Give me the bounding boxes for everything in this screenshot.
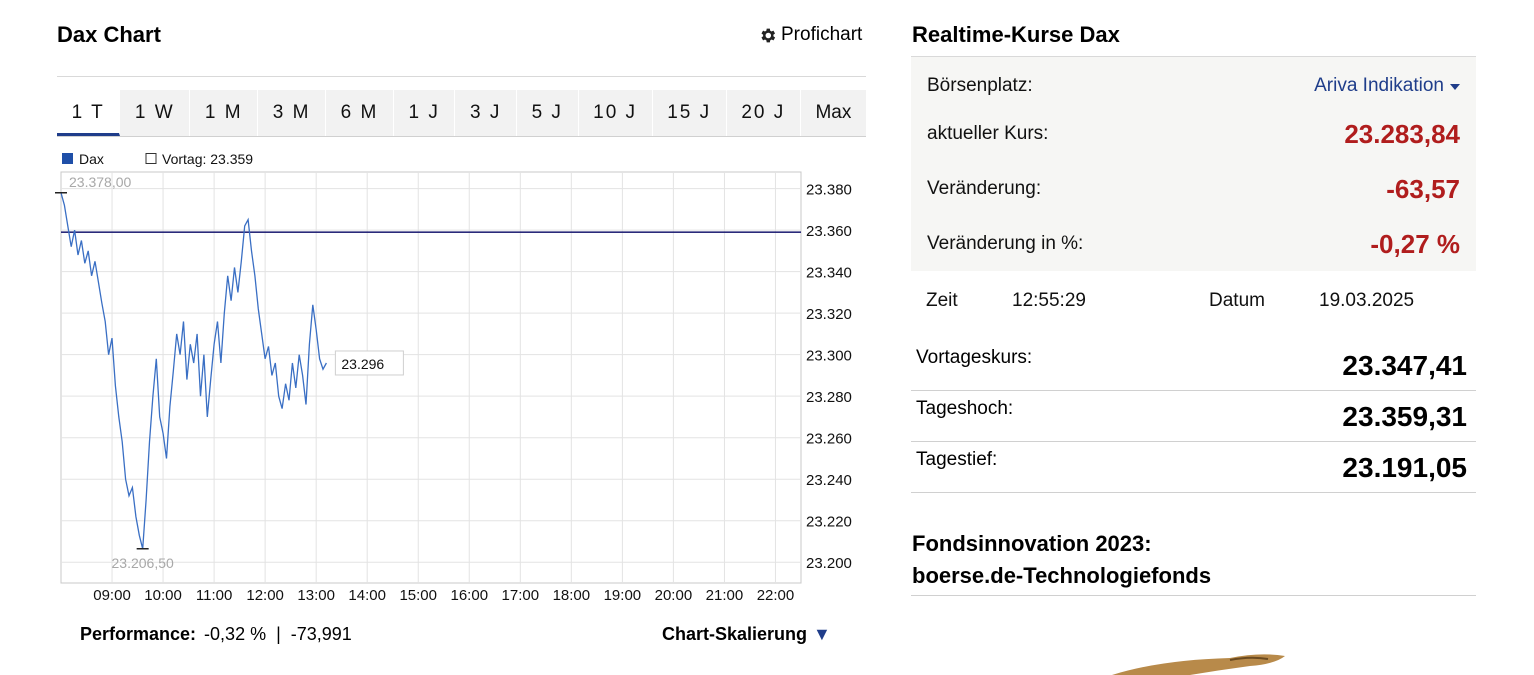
quotes-title: Realtime-Kurse Dax bbox=[912, 22, 1120, 47]
x-tick-label: 21:00 bbox=[706, 587, 744, 604]
stat-label: Vortageskurs: bbox=[916, 347, 1033, 368]
x-tick-label: 18:00 bbox=[553, 587, 591, 604]
time-value: 12:55:29 bbox=[1012, 290, 1086, 311]
gear-icon bbox=[761, 28, 776, 42]
y-tick-label: 23.240 bbox=[806, 472, 852, 489]
last-value-label: 23.296 bbox=[341, 356, 384, 372]
x-tick-label: 10:00 bbox=[144, 587, 182, 604]
stat-value: 23.191,05 bbox=[1342, 452, 1467, 483]
dax-intraday-chart: 23.380 23.360 23.340 23.320 23.300 23.280 23.2… bbox=[55, 151, 852, 604]
x-tick-label: 11:00 bbox=[196, 587, 232, 604]
y-tick-label: 23.340 bbox=[806, 265, 852, 282]
legend-label-vortag: Vortag: 23.359 bbox=[162, 151, 253, 167]
x-tick-label: 09:00 bbox=[93, 587, 131, 604]
prochart-label: Profichart bbox=[781, 24, 863, 45]
y-tick-label: 23.220 bbox=[806, 514, 852, 531]
y-tick-label: 23.280 bbox=[806, 389, 852, 406]
chart-title: Dax Chart bbox=[57, 22, 161, 47]
legend-marker-vortag bbox=[145, 153, 157, 164]
plot-area bbox=[60, 171, 802, 584]
price-value: 23.283,84 bbox=[1344, 118, 1460, 149]
x-tick-label: 22:00 bbox=[757, 587, 795, 604]
triangle-down-icon: ▼ bbox=[813, 624, 831, 644]
change-pct-row: Veränderung in %: -0,27 % bbox=[927, 227, 1460, 261]
change-value: -63,57 bbox=[1386, 173, 1460, 204]
change-label: Veränderung: bbox=[927, 178, 1042, 199]
date-label: Datum bbox=[1209, 290, 1265, 311]
stat-value: 23.347,41 bbox=[1342, 350, 1467, 381]
low-label: 23.206,50 bbox=[112, 555, 174, 571]
x-tick-label: 16:00 bbox=[451, 587, 489, 604]
stat-row-previous-close: Vortageskurs: 23.347,41 bbox=[911, 340, 1476, 391]
caret-down-icon bbox=[1450, 84, 1460, 90]
range-tab[interactable]: 3 J bbox=[455, 90, 517, 136]
date-value: 19.03.2025 bbox=[1319, 290, 1415, 311]
promo-image[interactable] bbox=[1100, 650, 1300, 675]
range-tabs: 1 T1 W1 M3 M6 M1 J3 J5 J 10 J 15 J 20 J Max bbox=[57, 90, 866, 137]
range-tab[interactable]: 1 M bbox=[190, 90, 259, 136]
range-tab[interactable]: 10 J bbox=[579, 90, 653, 136]
promo-title[interactable]: Fondsinnovation 2023: boerse.de-Technolo… bbox=[912, 528, 1211, 592]
y-tick-label: 23.300 bbox=[806, 348, 852, 365]
promo-line-1: Fondsinnovation 2023: bbox=[912, 531, 1152, 556]
range-tab[interactable]: 20 J bbox=[727, 90, 801, 136]
range-tab[interactable]: Max bbox=[801, 90, 866, 136]
price-label: aktueller Kurs: bbox=[927, 123, 1049, 144]
x-tick-label: 14:00 bbox=[348, 587, 386, 604]
time-label: Zeit bbox=[926, 290, 958, 311]
y-tick-label: 23.260 bbox=[806, 431, 852, 448]
range-tab[interactable]: 5 J bbox=[517, 90, 579, 136]
prochart-link[interactable]: Profichart bbox=[758, 24, 862, 46]
change-pct-value: -0,27 % bbox=[1370, 228, 1460, 259]
exchange-row: Börsenplatz: Ariva Indikation bbox=[927, 73, 1460, 99]
stat-value: 23.359,31 bbox=[1342, 401, 1467, 432]
divider bbox=[911, 595, 1476, 596]
legend-label-dax: Dax bbox=[79, 151, 104, 167]
y-tick-label: 23.380 bbox=[806, 182, 852, 199]
y-tick-label: 23.320 bbox=[806, 306, 852, 323]
exchange-select[interactable]: Ariva Indikation bbox=[1314, 75, 1460, 97]
chart-scaling-label: Chart-Skalierung bbox=[662, 624, 808, 644]
x-tick-label: 17:00 bbox=[502, 587, 540, 604]
exchange-value: Ariva Indikation bbox=[1314, 75, 1444, 96]
divider bbox=[57, 76, 866, 77]
y-tick-label: 23.200 bbox=[806, 555, 852, 572]
performance-value: -0,32 % | -73,991 bbox=[204, 624, 352, 644]
stat-row-day-low: Tagestief: 23.191,05 bbox=[911, 442, 1476, 493]
chart-scaling-dropdown[interactable]: Chart-Skalierung ▼ bbox=[662, 624, 831, 645]
price-row: aktueller Kurs: 23.283,84 bbox=[927, 117, 1460, 151]
exchange-label: Börsenplatz: bbox=[927, 75, 1033, 96]
y-tick-label: 23.360 bbox=[806, 223, 852, 240]
range-tab[interactable]: 6 M bbox=[326, 90, 394, 136]
high-label: 23.378,00 bbox=[69, 174, 131, 190]
range-tab[interactable]: 3 M bbox=[258, 90, 327, 136]
stat-row-day-high: Tageshoch: 23.359,31 bbox=[911, 391, 1476, 442]
performance-label: Performance: bbox=[80, 624, 197, 644]
range-tab[interactable]: 15 J bbox=[653, 90, 727, 136]
legend-marker-dax bbox=[62, 153, 73, 164]
stat-label: Tagestief: bbox=[916, 449, 998, 470]
range-tab[interactable]: 1 T bbox=[57, 90, 121, 136]
x-tick-label: 20:00 bbox=[655, 587, 693, 604]
stat-label: Tageshoch: bbox=[916, 398, 1014, 419]
x-tick-label: 15:00 bbox=[399, 587, 437, 604]
change-row: Veränderung: -63,57 bbox=[927, 172, 1460, 206]
change-pct-label: Veränderung in %: bbox=[927, 233, 1084, 254]
x-tick-label: 13:00 bbox=[297, 587, 335, 604]
range-tab[interactable]: 1 J bbox=[394, 90, 456, 136]
x-tick-label: 12:00 bbox=[246, 587, 284, 604]
performance: Performance: -0,32 % | -73,991 bbox=[80, 624, 352, 645]
promo-line-2: boerse.de-Technologiefonds bbox=[912, 563, 1212, 588]
range-tab[interactable]: 1 W bbox=[120, 90, 191, 136]
x-tick-label: 19:00 bbox=[604, 587, 642, 604]
quotes-box: Börsenplatz: Ariva Indikation aktueller … bbox=[911, 57, 1476, 271]
